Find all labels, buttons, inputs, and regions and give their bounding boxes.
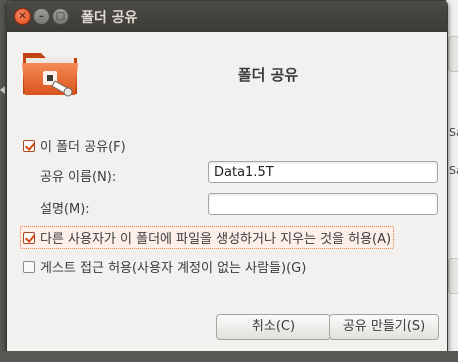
cancel-button[interactable]: 취소(C)	[216, 314, 331, 340]
maximize-icon: □	[55, 11, 66, 22]
title-bar: ✕ – □ 폴더 공유	[7, 1, 447, 32]
checkbox-box[interactable]	[23, 260, 35, 273]
background-text: Sa	[449, 164, 458, 177]
background-tab	[448, 258, 458, 294]
minimize-button[interactable]: –	[33, 8, 50, 25]
guest-access-checkbox[interactable]: 게스트 접근 허용(사용자 계정이 없는 사람들)(G)	[23, 257, 306, 276]
allow-write-label: 다른 사용자가 이 폴더에 파일을 생성하거나 지우는 것을 허용(A)	[40, 232, 392, 247]
page-title: 폴더 공유	[237, 66, 299, 84]
comment-input[interactable]	[208, 193, 438, 215]
background-text: Sa	[449, 126, 458, 139]
background-tab	[448, 36, 458, 72]
left-arrow-icon	[0, 86, 5, 94]
close-button[interactable]: ✕	[14, 8, 31, 25]
desktop-background	[0, 351, 458, 362]
guest-access-label: 게스트 접근 허용(사용자 계정이 없는 사람들)(G)	[40, 261, 307, 276]
share-name-label: 공유 이름(N):	[40, 170, 117, 185]
window-title: 폴더 공유	[81, 10, 138, 26]
create-share-button[interactable]: 공유 만들기(S)	[329, 314, 439, 340]
share-folder-checkbox[interactable]: 이 폴더 공유(F)	[23, 136, 126, 155]
minimize-icon: –	[39, 11, 44, 22]
close-icon: ✕	[18, 11, 27, 22]
share-folder-label: 이 폴더 공유(F)	[40, 140, 126, 155]
share-name-input[interactable]	[208, 161, 438, 183]
maximize-button[interactable]: □	[52, 8, 69, 25]
share-folder-dialog: ✕ – □ 폴더 공유 폴더 공유 이 폴더 공유(F) 공유 이름(N): 설…	[6, 0, 448, 352]
checkbox-box[interactable]	[23, 231, 35, 244]
checkbox-box[interactable]	[23, 139, 35, 152]
comment-label: 설명(M):	[40, 202, 90, 217]
allow-write-checkbox[interactable]: 다른 사용자가 이 폴더에 파일을 생성하거나 지우는 것을 허용(A)	[20, 226, 395, 249]
